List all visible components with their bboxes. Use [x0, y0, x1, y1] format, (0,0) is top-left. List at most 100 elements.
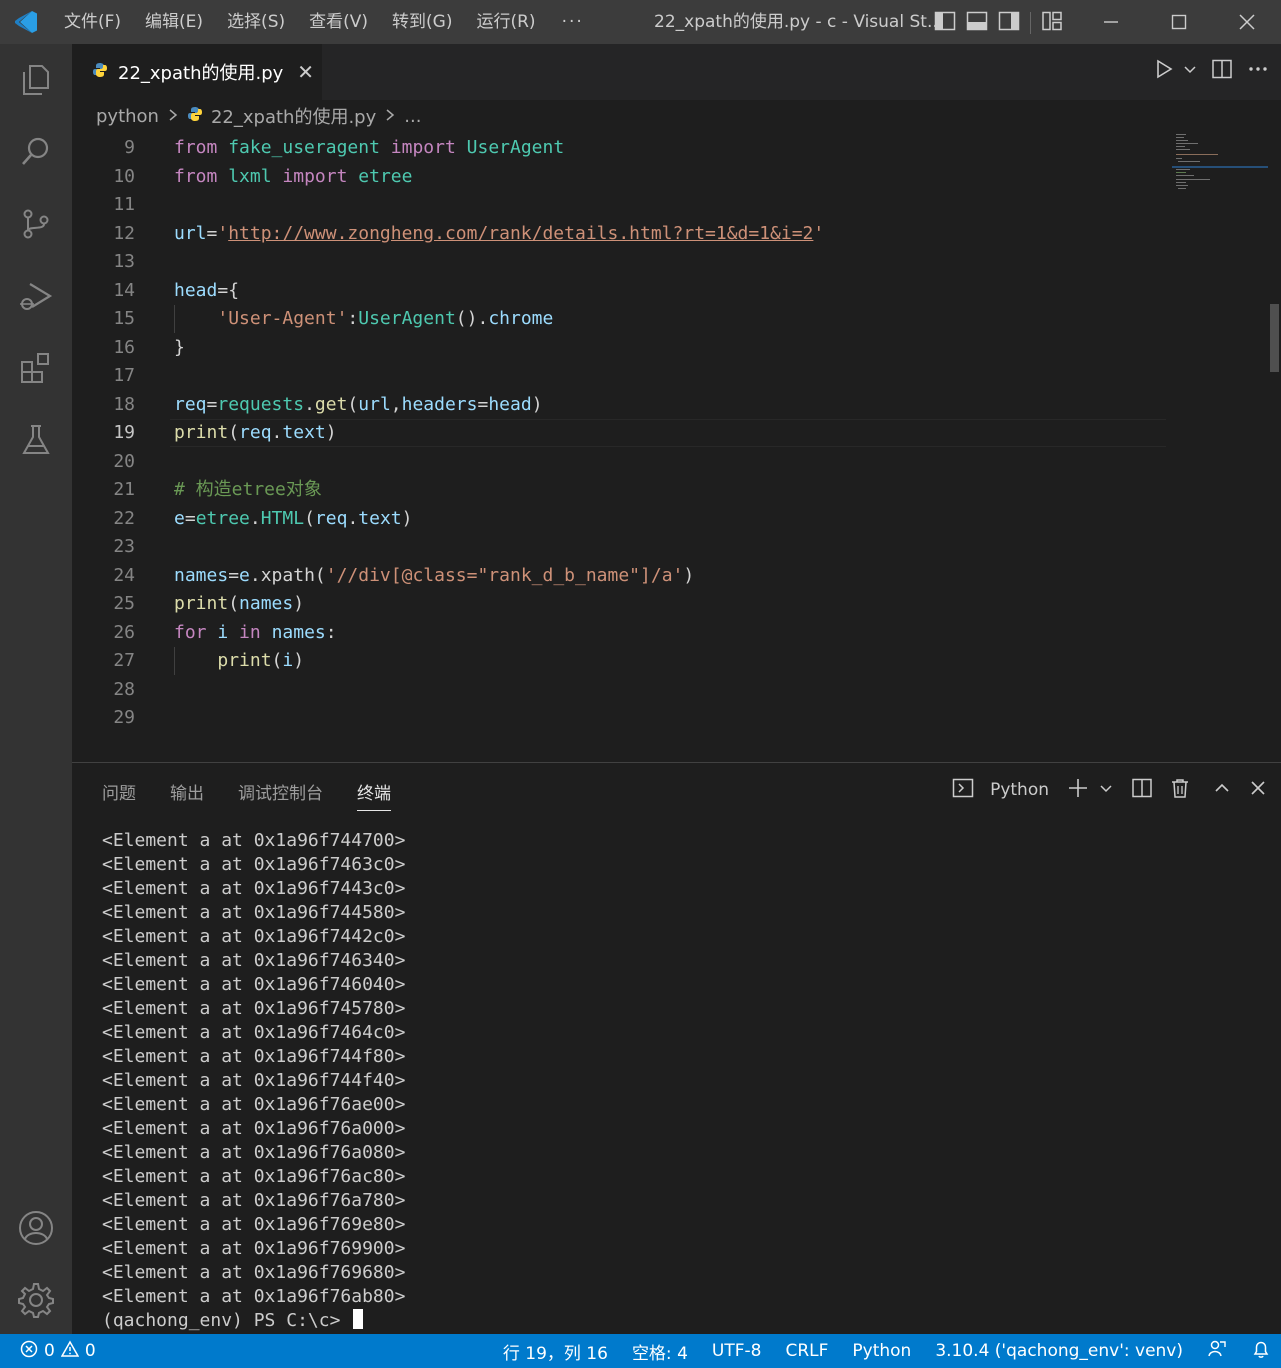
line-number: 10 [113, 166, 135, 187]
python-file-icon [92, 62, 108, 82]
python-interpreter[interactable]: 3.10.4 ('qachong_env': venv) [935, 1341, 1183, 1361]
indentation[interactable]: 空格: 4 [632, 1339, 688, 1364]
status-problems[interactable]: 0 0 [20, 1334, 96, 1368]
testing-icon[interactable] [0, 404, 72, 476]
split-editor-icon[interactable] [1211, 58, 1233, 84]
code-line: 16} [72, 334, 1172, 362]
kill-terminal-trash-icon[interactable] [1169, 777, 1191, 803]
terminal-line: <Element a at 0x1a96f76ac80> [102, 1166, 406, 1187]
menu-selection[interactable]: 选择(S) [215, 0, 297, 44]
file-encoding[interactable]: UTF-8 [712, 1341, 762, 1361]
customize-layout-icon[interactable] [1041, 10, 1063, 36]
code-line: 15 'User-Agent':UserAgent().chrome [72, 305, 1172, 333]
layout-controls [934, 10, 1063, 36]
toggle-panel-icon[interactable] [966, 10, 988, 36]
line-number: 21 [113, 479, 135, 500]
more-actions-icon[interactable] [1247, 58, 1269, 84]
window-controls [1077, 0, 1281, 44]
run-debug-icon[interactable] [0, 260, 72, 332]
tab-22-xpath[interactable]: 22_xpath的使用.py ✕ [72, 44, 322, 100]
panel-tabs: 问题 输出 调试控制台 终端 [102, 779, 391, 811]
search-icon[interactable] [0, 116, 72, 188]
extensions-icon[interactable] [0, 332, 72, 404]
minimap[interactable] [1172, 132, 1268, 192]
tab-terminal[interactable]: 终端 [357, 779, 391, 811]
close-window-button[interactable] [1213, 0, 1281, 44]
breadcrumb-file[interactable]: 22_xpath的使用.py [211, 103, 376, 129]
tab-output[interactable]: 输出 [170, 779, 204, 811]
terminal-cursor [353, 1309, 364, 1329]
run-python-file-icon[interactable] [1153, 58, 1175, 84]
maximize-panel-chevron-up-icon[interactable] [1213, 779, 1231, 801]
minimize-button[interactable] [1077, 0, 1145, 44]
editor-scroll-thumb[interactable] [1270, 304, 1279, 372]
end-of-line[interactable]: CRLF [785, 1341, 828, 1361]
terminal-output[interactable]: <Element a at 0x1a96f744700> <Element a … [102, 829, 405, 1333]
editor-scrollbar[interactable] [1268, 132, 1281, 762]
explorer-icon[interactable] [0, 44, 72, 116]
code-line: 20 [72, 448, 1172, 476]
menu-view[interactable]: 查看(V) [297, 0, 380, 44]
feedback-icon[interactable] [1207, 1339, 1227, 1364]
language-mode[interactable]: Python [852, 1341, 911, 1361]
chevron-right-icon [384, 106, 396, 127]
code-line: 19 print(req.text) [72, 419, 1172, 447]
line-number: 22 [113, 508, 135, 529]
code-line: 11 [72, 191, 1172, 219]
terminal-line: <Element a at 0x1a96f744f40> [102, 1070, 406, 1091]
line-number: 29 [113, 707, 135, 728]
close-panel-icon[interactable] [1249, 779, 1267, 801]
terminal-line: <Element a at 0x1a96f744700> [102, 830, 406, 851]
code-editor[interactable]: 9 from fake_useragent import UserAgent 10… [72, 132, 1281, 762]
chevron-right-icon [167, 106, 179, 127]
menu-run[interactable]: 运行(R) [464, 0, 547, 44]
source-control-icon[interactable] [0, 188, 72, 260]
toggle-secondary-sidebar-icon[interactable] [998, 10, 1020, 36]
terminal-line: <Element a at 0x1a96f7443c0> [102, 878, 406, 899]
menu-more-button[interactable]: ··· [548, 12, 598, 32]
editor-tabs: 22_xpath的使用.py ✕ [72, 44, 1281, 100]
manage-gear-icon[interactable] [0, 1264, 72, 1336]
line-number: 14 [113, 280, 135, 301]
terminal-line: <Element a at 0x1a96f746340> [102, 950, 406, 971]
menu-bar: 文件(F) 编辑(E) 选择(S) 查看(V) 转到(G) 运行(R) ··· [52, 0, 598, 44]
new-terminal-icon[interactable] [1067, 777, 1089, 803]
maximize-button[interactable] [1145, 0, 1213, 44]
close-tab-icon[interactable]: ✕ [297, 60, 314, 84]
divider [1030, 12, 1031, 34]
code-line: 21 # 构造etree对象 [72, 476, 1172, 504]
breadcrumb-more[interactable]: ... [404, 106, 421, 127]
toggle-primary-sidebar-icon[interactable] [934, 10, 956, 36]
tab-problems[interactable]: 问题 [102, 779, 136, 811]
breadcrumb-folder[interactable]: python [96, 106, 159, 127]
terminal-line: <Element a at 0x1a96f7464c0> [102, 1022, 406, 1043]
terminal-prompt-line[interactable]: (qachong_env) PS C:\c> [102, 1309, 405, 1333]
vscode-logo-icon [0, 0, 52, 44]
menu-edit[interactable]: 编辑(E) [133, 0, 215, 44]
code-line: 17 [72, 362, 1172, 390]
notifications-bell-icon[interactable] [1251, 1339, 1271, 1364]
menu-file[interactable]: 文件(F) [52, 0, 133, 44]
code-line: 26 for i in names: [72, 619, 1172, 647]
chevron-down-icon[interactable] [1099, 781, 1113, 800]
line-number: 25 [113, 593, 135, 614]
chevron-down-icon[interactable] [1183, 62, 1197, 81]
line-number: 28 [113, 679, 135, 700]
code-line: 25 print(names) [72, 590, 1172, 618]
cursor-position[interactable]: 行 19，列 16 [503, 1339, 608, 1364]
line-number: 26 [113, 622, 135, 643]
code-line: 28 [72, 676, 1172, 704]
terminal-line: <Element a at 0x1a96f769680> [102, 1262, 406, 1283]
split-terminal-icon[interactable] [1131, 777, 1153, 803]
tab-debug-console[interactable]: 调试控制台 [238, 779, 323, 811]
menu-go[interactable]: 转到(G) [380, 0, 464, 44]
terminal-line: <Element a at 0x1a96f746040> [102, 974, 406, 995]
editor-actions [1153, 58, 1269, 84]
account-icon[interactable] [0, 1192, 72, 1264]
terminal-name[interactable]: Python [990, 780, 1049, 800]
error-icon [20, 1340, 38, 1363]
terminal-line: <Element a at 0x1a96f744f80> [102, 1046, 406, 1067]
terminal-line: <Element a at 0x1a96f76ae00> [102, 1094, 406, 1115]
code-line: 9 from fake_useragent import UserAgent [72, 134, 1172, 162]
activity-bar [0, 44, 72, 1334]
